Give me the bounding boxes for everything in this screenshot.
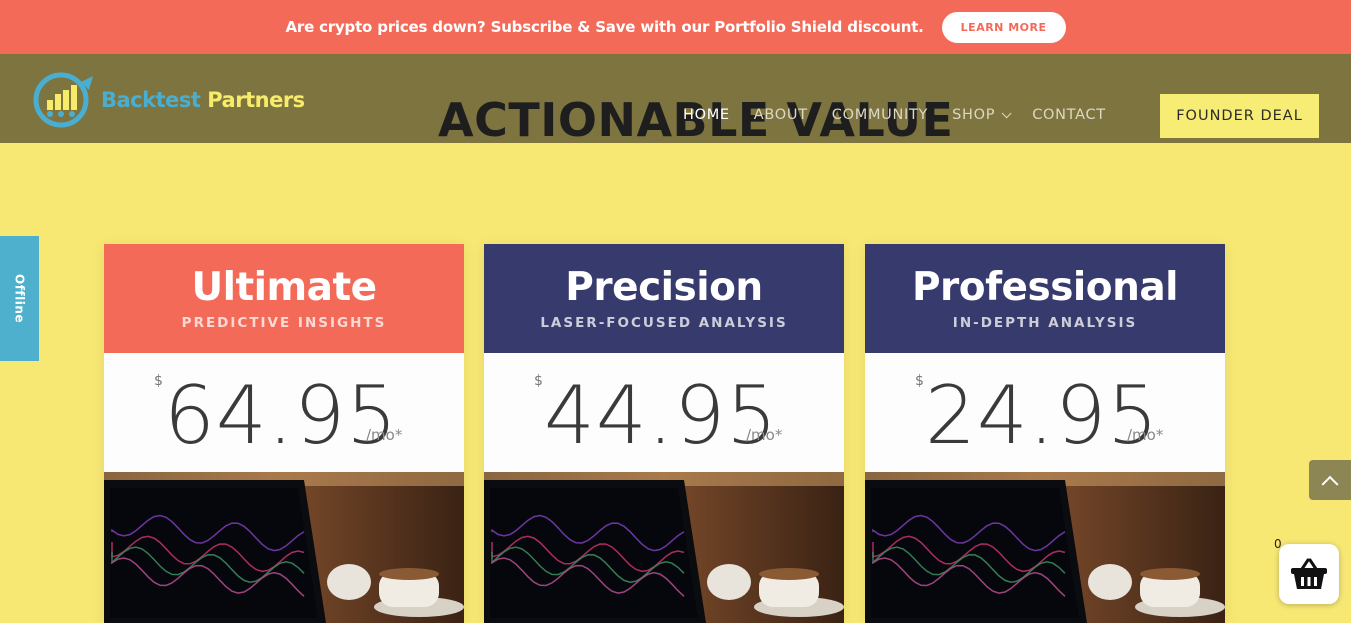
plan-header: Precision LASER-FOCUSED ANALYSIS [484,244,844,353]
laptop-coffee-photo [104,472,464,623]
plan-name: Ultimate [191,265,377,310]
learn-more-button[interactable]: LEARN MORE [941,11,1066,43]
logo[interactable]: Backtest Partners [33,70,305,130]
price-amount: 64.95 [164,369,399,462]
nav-contact-label: CONTACT [1032,107,1106,123]
nav-home[interactable]: HOME [683,107,730,123]
nav-shop-label: SHOP [952,107,996,123]
plan-subtitle: LASER-FOCUSED ANALYSIS [540,315,788,331]
promo-text: Are crypto prices down? Subscribe & Save… [285,18,923,36]
plan-header: Ultimate PREDICTIVE INSIGHTS [104,244,464,353]
brand-name: Backtest Partners [101,88,305,112]
nav-home-label: HOME [683,107,730,123]
promo-strong-subscribe: Subscribe & Save [490,18,636,36]
price-amount: 44.95 [544,369,779,462]
plan-card-ultimate[interactable]: Ultimate PREDICTIVE INSIGHTS $ 64.95 /mo… [104,244,464,623]
laptop-coffee-photo [484,472,844,623]
logo-mark-icon [33,72,93,128]
founder-deal-button[interactable]: FOUNDER DEAL [1160,94,1319,138]
price-box: $ 24.95 /mo* [865,353,1225,472]
price-box: $ 44.95 /mo* [484,353,844,472]
nav-about-label: ABOUT [753,107,808,123]
nav-community[interactable]: COMMUNITY [832,107,928,123]
nav-contact[interactable]: CONTACT [1032,107,1106,123]
offline-label: Offline [12,273,27,324]
photo-illustration [484,472,844,623]
plan-name: Precision [565,265,763,310]
price-amount: 24.95 [925,369,1160,462]
promo-strong-shield: Portfolio Shield [714,18,843,36]
plan-subtitle: IN-DEPTH ANALYSIS [952,315,1138,331]
nav-about[interactable]: ABOUT [754,107,808,123]
chevron-up-icon [1321,475,1339,493]
promo-text-before: Are crypto prices down? [285,18,486,36]
price-period: /mo* [1127,426,1164,444]
cart-button[interactable] [1279,544,1339,604]
plan-name: Professional [911,265,1179,310]
brand-part2: Partners [207,88,305,112]
brand-part1: Backtest [101,88,201,112]
chevron-down-icon [1001,107,1012,118]
plan-header: Professional IN-DEPTH ANALYSIS [865,244,1225,353]
photo-illustration [865,472,1225,623]
currency-symbol: $ [154,373,163,389]
nav-community-label: COMMUNITY [831,107,929,123]
basket-icon [1291,558,1327,589]
plan-subtitle: PREDICTIVE INSIGHTS [181,315,387,331]
photo-illustration [104,472,464,623]
plan-card-professional[interactable]: Professional IN-DEPTH ANALYSIS $ 24.95 /… [865,244,1225,623]
nav-shop[interactable]: SHOP [952,107,1012,123]
offline-chat-tab[interactable]: Offline [0,236,39,361]
currency-symbol: $ [915,373,924,389]
currency-symbol: $ [534,373,543,389]
price-box: $ 64.95 /mo* [104,353,464,472]
main-nav: HOME ABOUT COMMUNITY SHOP CONTACT [683,107,1130,123]
promo-banner: Are crypto prices down? Subscribe & Save… [0,0,1351,54]
laptop-coffee-photo [865,472,1225,623]
promo-text-mid: with our [640,18,710,36]
scroll-to-top-button[interactable] [1309,460,1351,500]
price-period: /mo* [746,426,783,444]
promo-text-after: discount. [847,18,924,36]
price-period: /mo* [366,426,403,444]
plan-card-precision[interactable]: Precision LASER-FOCUSED ANALYSIS $ 44.95… [484,244,844,623]
